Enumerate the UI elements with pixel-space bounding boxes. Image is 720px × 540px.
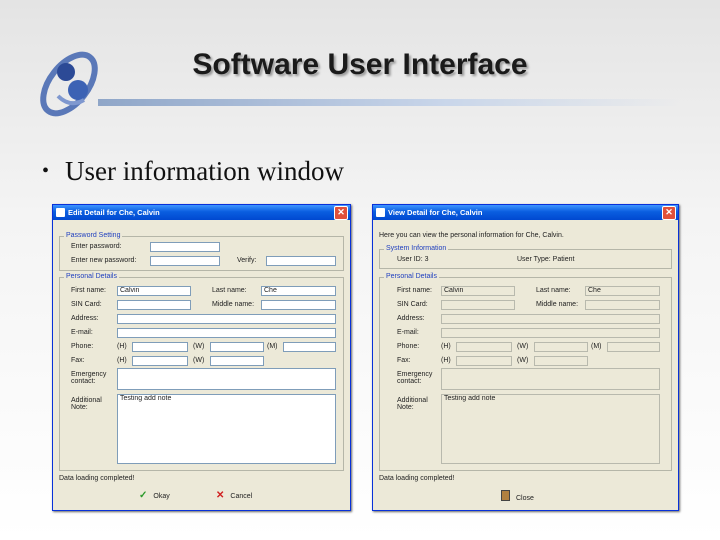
- view-sin-card-label: SIN Card:: [397, 301, 428, 308]
- phone-home-input[interactable]: [132, 342, 188, 352]
- system-information-legend: System Information: [384, 245, 449, 252]
- view-phone-work-tag: (W): [517, 343, 529, 350]
- view-emergency-contact-label: Emergency contact:: [397, 371, 433, 385]
- fax-work-input[interactable]: [210, 356, 264, 366]
- phone-work-input[interactable]: [210, 342, 264, 352]
- view-phone-work-field: [534, 342, 588, 352]
- phone-mobile-tag: (M): [267, 343, 278, 350]
- enter-password-input[interactable]: [150, 242, 220, 252]
- phone-work-tag: (W): [193, 343, 205, 350]
- view-fax-work-tag: (W): [517, 357, 529, 364]
- email-label: E-mail:: [71, 329, 93, 336]
- user-type-text: User Type: Patient: [517, 256, 575, 263]
- additional-note-label: Additional Note:: [71, 397, 102, 411]
- view-status-message: Data loading completed!: [379, 475, 455, 482]
- email-input[interactable]: [117, 328, 336, 338]
- close-button[interactable]: Close: [501, 490, 534, 502]
- view-email-label: E-mail:: [397, 329, 419, 336]
- close-button-label: Close: [516, 495, 534, 502]
- view-last-name-field: Che: [585, 286, 660, 296]
- address-label: Address:: [71, 315, 99, 322]
- edit-window-title: Edit Detail for Che, Calvin: [68, 208, 160, 217]
- view-phone-label: Phone:: [397, 343, 420, 350]
- view-middle-name-field: [585, 300, 660, 310]
- view-phone-home-tag: (H): [441, 343, 451, 350]
- view-fax-home-field: [456, 356, 512, 366]
- view-first-name-field: Calvin: [441, 286, 515, 296]
- status-message: Data loading completed!: [59, 475, 135, 482]
- emergency-contact-label: Emergency contact:: [71, 371, 107, 385]
- view-last-name-label: Last name:: [536, 287, 571, 294]
- title-underline: [98, 99, 680, 106]
- fax-home-input[interactable]: [132, 356, 188, 366]
- view-window-titlebar[interactable]: View Detail for Che, Calvin ✕: [373, 205, 678, 220]
- edit-detail-window: Edit Detail for Che, Calvin ✕ Password S…: [52, 204, 351, 511]
- view-phone-home-field: [456, 342, 512, 352]
- view-detail-window: View Detail for Che, Calvin ✕ Here you c…: [372, 204, 679, 511]
- view-window-title: View Detail for Che, Calvin: [388, 208, 483, 217]
- additional-note-input[interactable]: Testing add note: [117, 394, 336, 464]
- view-middle-name-label: Middle name:: [536, 301, 579, 308]
- new-password-label: Enter new password:: [71, 257, 137, 264]
- door-icon: [501, 490, 510, 501]
- emergency-contact-input[interactable]: [117, 368, 336, 390]
- view-fax-work-field: [534, 356, 588, 366]
- slide-title: Software User Interface: [192, 48, 528, 81]
- bullet-text: User information window: [65, 156, 344, 186]
- view-window-close-button[interactable]: ✕: [662, 206, 676, 220]
- view-sin-card-field: [441, 300, 515, 310]
- first-name-input[interactable]: Calvin: [117, 286, 191, 296]
- cancel-button[interactable]: ✕ Cancel: [216, 490, 252, 501]
- phone-label: Phone:: [71, 343, 94, 350]
- view-personal-details-legend: Personal Details: [384, 273, 439, 280]
- fax-home-tag: (H): [117, 357, 127, 364]
- password-setting-legend: Password Setting: [64, 232, 123, 239]
- address-input[interactable]: [117, 314, 336, 324]
- okay-button-label: Okay: [153, 493, 170, 500]
- edit-window-close-button[interactable]: ✕: [334, 206, 348, 220]
- first-name-label: First name:: [71, 287, 107, 294]
- verify-input[interactable]: [266, 256, 336, 266]
- sin-card-label: SIN Card:: [71, 301, 102, 308]
- phone-home-tag: (H): [117, 343, 127, 350]
- personal-details-legend: Personal Details: [64, 273, 119, 280]
- window-icon: [376, 208, 385, 217]
- bullet-item: • User information window: [42, 156, 344, 187]
- fax-label: Fax:: [71, 357, 85, 364]
- user-id-text: User ID: 3: [397, 256, 429, 263]
- logo-icon: [40, 51, 98, 117]
- view-additional-note-field: Testing add note: [441, 394, 660, 464]
- view-fax-label: Fax:: [397, 357, 411, 364]
- last-name-input[interactable]: Che: [261, 286, 336, 296]
- view-first-name-label: First name:: [397, 287, 433, 294]
- cancel-button-label: Cancel: [230, 493, 253, 500]
- phone-mobile-input[interactable]: [283, 342, 336, 352]
- sin-card-input[interactable]: [117, 300, 191, 310]
- view-email-field: [441, 328, 660, 338]
- last-name-label: Last name:: [212, 287, 247, 294]
- view-phone-mobile-field: [607, 342, 660, 352]
- window-icon: [56, 208, 65, 217]
- bullet-dot: •: [42, 160, 50, 182]
- enter-password-label: Enter password:: [71, 243, 122, 250]
- cross-icon: ✕: [216, 490, 225, 501]
- edit-window-titlebar[interactable]: Edit Detail for Che, Calvin ✕: [53, 205, 350, 220]
- new-password-input[interactable]: [150, 256, 220, 266]
- view-emergency-contact-field: [441, 368, 660, 390]
- fax-work-tag: (W): [193, 357, 205, 364]
- view-intro-text: Here you can view the personal informati…: [379, 232, 564, 239]
- okay-button[interactable]: ✓ Okay: [139, 490, 170, 501]
- view-additional-note-label: Additional Note:: [397, 397, 428, 411]
- view-phone-mobile-tag: (M): [591, 343, 602, 350]
- view-fax-home-tag: (H): [441, 357, 451, 364]
- view-address-label: Address:: [397, 315, 425, 322]
- view-address-field: [441, 314, 660, 324]
- verify-label: Verify:: [237, 257, 257, 264]
- middle-name-label: Middle name:: [212, 301, 255, 308]
- check-icon: ✓: [139, 490, 148, 501]
- middle-name-input[interactable]: [261, 300, 336, 310]
